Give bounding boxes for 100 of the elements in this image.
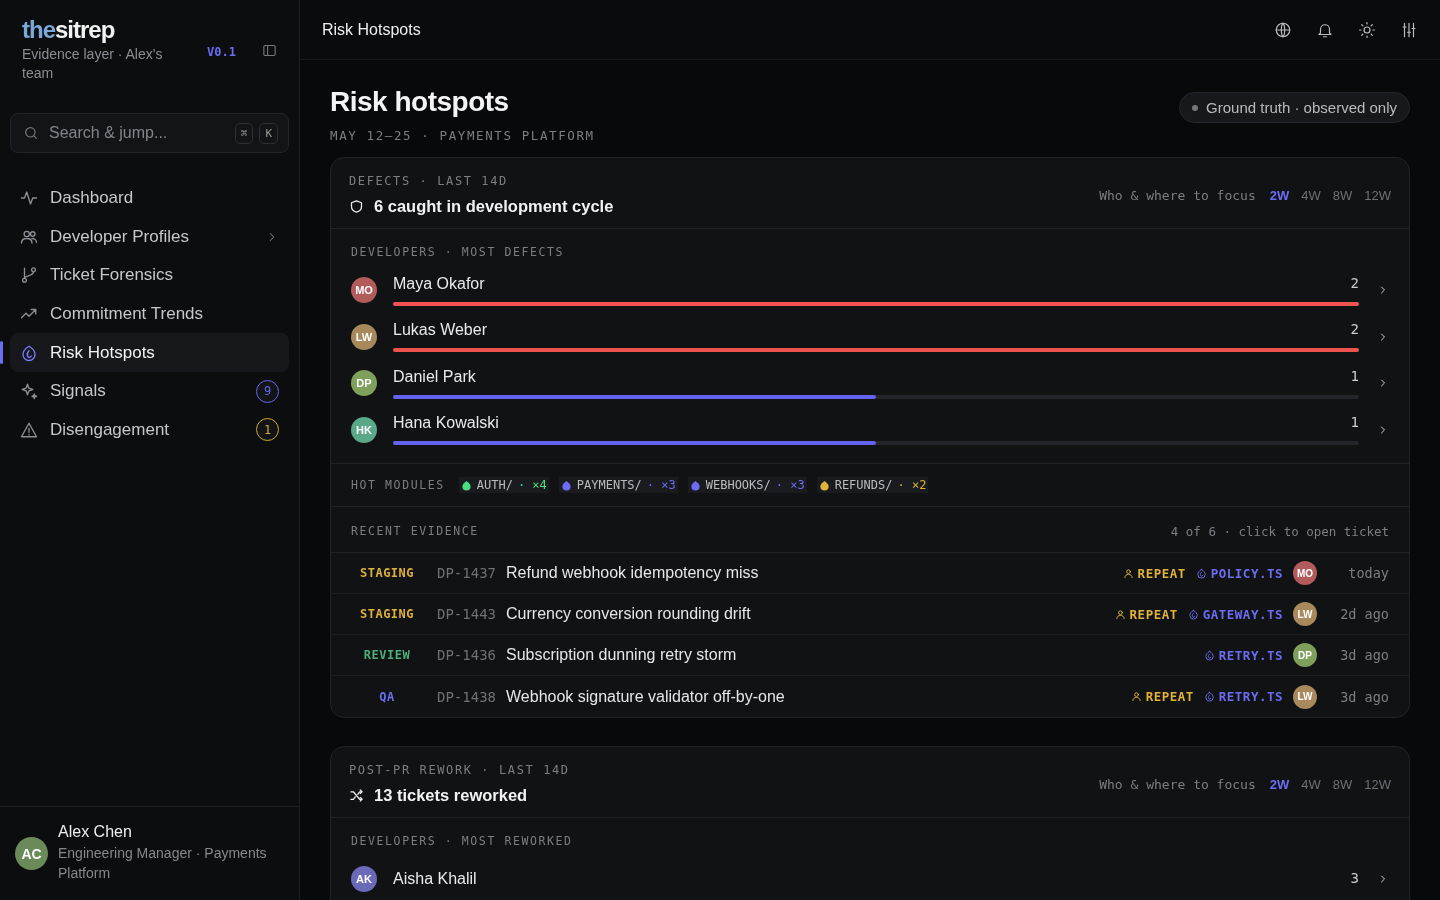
- file-tag: GATEWAY.TS: [1187, 606, 1283, 622]
- search-icon: [23, 125, 39, 141]
- person-icon: [1122, 567, 1134, 579]
- developer-row[interactable]: HK Hana Kowalski 1: [351, 406, 1389, 453]
- range-tab[interactable]: 2W: [1269, 776, 1290, 792]
- workspace-subtitle: Evidence layer · Alex's team: [22, 45, 164, 83]
- file-tag: POLICY.TS: [1195, 565, 1283, 581]
- search-field[interactable]: Search & jump... ⌘ K: [10, 113, 289, 153]
- flame-icon: [20, 343, 38, 362]
- section-label: POST-PR REWORK · LAST 14D: [349, 763, 571, 777]
- range-tab[interactable]: 2W: [1269, 187, 1290, 203]
- section-label: HOT MODULES: [351, 478, 445, 492]
- repeat-tag: REPEAT: [1122, 565, 1186, 581]
- ticket-title: Subscription dunning retry storm: [506, 646, 738, 664]
- hint-text: 4 of 6 · click to open ticket: [1170, 524, 1389, 539]
- version-label: V0.1: [207, 45, 236, 59]
- flame-icon: [1203, 649, 1215, 661]
- ticket-title: Refund webhook idempotency miss: [506, 564, 760, 582]
- evidence-row[interactable]: STAGING DP-1443 Currency conversion rounding drift REPEAT GATEWAY.TS LW 2d ago: [331, 594, 1409, 635]
- developer-name: Maya Okafor: [393, 274, 485, 293]
- developer-name: Lukas Weber: [393, 321, 487, 340]
- repeat-tag: REPEAT: [1114, 606, 1178, 622]
- developer-row[interactable]: LW Lukas Weber 2: [351, 313, 1389, 360]
- avatar: DP: [1293, 643, 1317, 667]
- developer-row[interactable]: MO Maya Okafor 2: [351, 267, 1389, 314]
- flame-icon: [1195, 567, 1207, 579]
- flame-icon: [1203, 691, 1215, 702]
- developer-row[interactable]: AK Aisha Khalil 3: [351, 856, 1389, 900]
- range-tab[interactable]: 4W: [1301, 776, 1321, 792]
- ticket-id: DP-1436: [437, 647, 496, 663]
- avatar: LW: [1293, 602, 1317, 626]
- stage-label: QA: [378, 689, 396, 704]
- defect-count: 2: [1350, 274, 1359, 293]
- avatar: LW: [351, 323, 377, 350]
- avatar: AK: [351, 866, 377, 893]
- shortcut-key: ⌘: [234, 122, 254, 144]
- developer-name: Aisha Khalil: [393, 870, 477, 889]
- section-label: DEFECTS · LAST 14D: [349, 174, 509, 188]
- ticket-id: DP-1443: [437, 606, 496, 622]
- range-tab[interactable]: 8W: [1332, 187, 1353, 203]
- range-tab[interactable]: 4W: [1301, 187, 1321, 203]
- nav-item[interactable]: Developer Profiles: [10, 217, 289, 257]
- avatar: MO: [351, 277, 377, 304]
- ticket-title: Webhook signature validator off-by-one: [506, 687, 786, 706]
- avatar: HK: [351, 416, 377, 443]
- person-icon: [1130, 691, 1142, 702]
- pulse-icon: [20, 189, 38, 208]
- page-breadcrumb: Risk Hotspots: [322, 20, 422, 39]
- count-badge: 1: [256, 418, 279, 442]
- evidence-row[interactable]: STAGING DP-1437 Refund webhook idempotency miss REPEAT POLICY.TS MO today: [331, 553, 1409, 594]
- file-tag: RETRY.TS: [1203, 647, 1283, 663]
- shortcut-key: K: [259, 122, 278, 144]
- stage-label: STAGING: [358, 566, 416, 580]
- defect-count: 2: [1350, 321, 1359, 340]
- defect-count: 1: [1350, 414, 1359, 433]
- module-tag[interactable]: WEBHOOKS/ · ×3: [687, 477, 807, 493]
- globe-icon[interactable]: [1274, 20, 1292, 39]
- evidence-row[interactable]: QA DP-1438 Webhook signature validator off-by-one REPEAT RETRY.TS LW 3d ago: [331, 676, 1409, 717]
- shield-icon: [349, 199, 364, 214]
- module-tag[interactable]: REFUNDS/ · ×2: [816, 477, 929, 493]
- panel-toggle-icon[interactable]: [262, 43, 277, 58]
- module-tag[interactable]: PAYMENTS/ · ×3: [558, 477, 678, 493]
- timestamp: 3d ago: [1339, 688, 1389, 705]
- developer-row[interactable]: DP Daniel Park 1: [351, 360, 1389, 407]
- evidence-row[interactable]: REVIEW DP-1436 Subscription dunning retry storm RETRY.TS DP 3d ago: [331, 635, 1409, 676]
- stage-label: STAGING: [358, 607, 416, 621]
- timestamp: today: [1347, 565, 1389, 581]
- settings-icon[interactable]: [1400, 20, 1418, 39]
- timestamp: 2d ago: [1339, 606, 1389, 622]
- page-title: Risk hotspots: [330, 86, 510, 118]
- range-tab[interactable]: 12W: [1364, 187, 1391, 203]
- stage-label: REVIEW: [362, 648, 412, 662]
- timestamp: 3d ago: [1339, 647, 1389, 663]
- logo: thesitrep: [22, 16, 115, 44]
- status-text: Ground truth · observed only: [1206, 99, 1397, 116]
- range-tab[interactable]: 12W: [1364, 776, 1391, 792]
- flame-icon: [1187, 608, 1199, 620]
- nav-item[interactable]: Ticket Forensics: [10, 256, 289, 295]
- module-tag[interactable]: AUTH/ · ×4: [458, 477, 549, 493]
- warning-icon: [20, 420, 38, 439]
- developer-name: Daniel Park: [393, 367, 476, 386]
- section-label: RECENT EVIDENCE: [351, 524, 479, 539]
- nav-item[interactable]: Dashboard: [10, 179, 289, 218]
- user-avatar: AC: [15, 837, 48, 870]
- user-role: Engineering Manager · Payments Platform: [58, 844, 268, 883]
- avatar: MO: [1293, 561, 1317, 585]
- branch-icon: [20, 266, 38, 285]
- status-dot: [1192, 104, 1199, 111]
- person-icon: [1114, 608, 1126, 620]
- range-tab[interactable]: 8W: [1332, 776, 1353, 792]
- ticket-id: DP-1437: [437, 565, 496, 581]
- developer-name: Hana Kowalski: [393, 414, 499, 433]
- nav-item[interactable]: Signals 9: [10, 371, 289, 411]
- nav-item[interactable]: Commitment Trends: [10, 294, 289, 334]
- theme-icon[interactable]: [1358, 20, 1376, 39]
- page-subtitle: MAY 12–25 · PAYMENTS PLATFORM: [330, 128, 596, 143]
- user-name: Alex Chen: [58, 823, 133, 841]
- nav-item[interactable]: Disengagement 1: [10, 410, 289, 450]
- avatar: DP: [351, 370, 377, 397]
- sparkle-icon: [20, 382, 38, 401]
